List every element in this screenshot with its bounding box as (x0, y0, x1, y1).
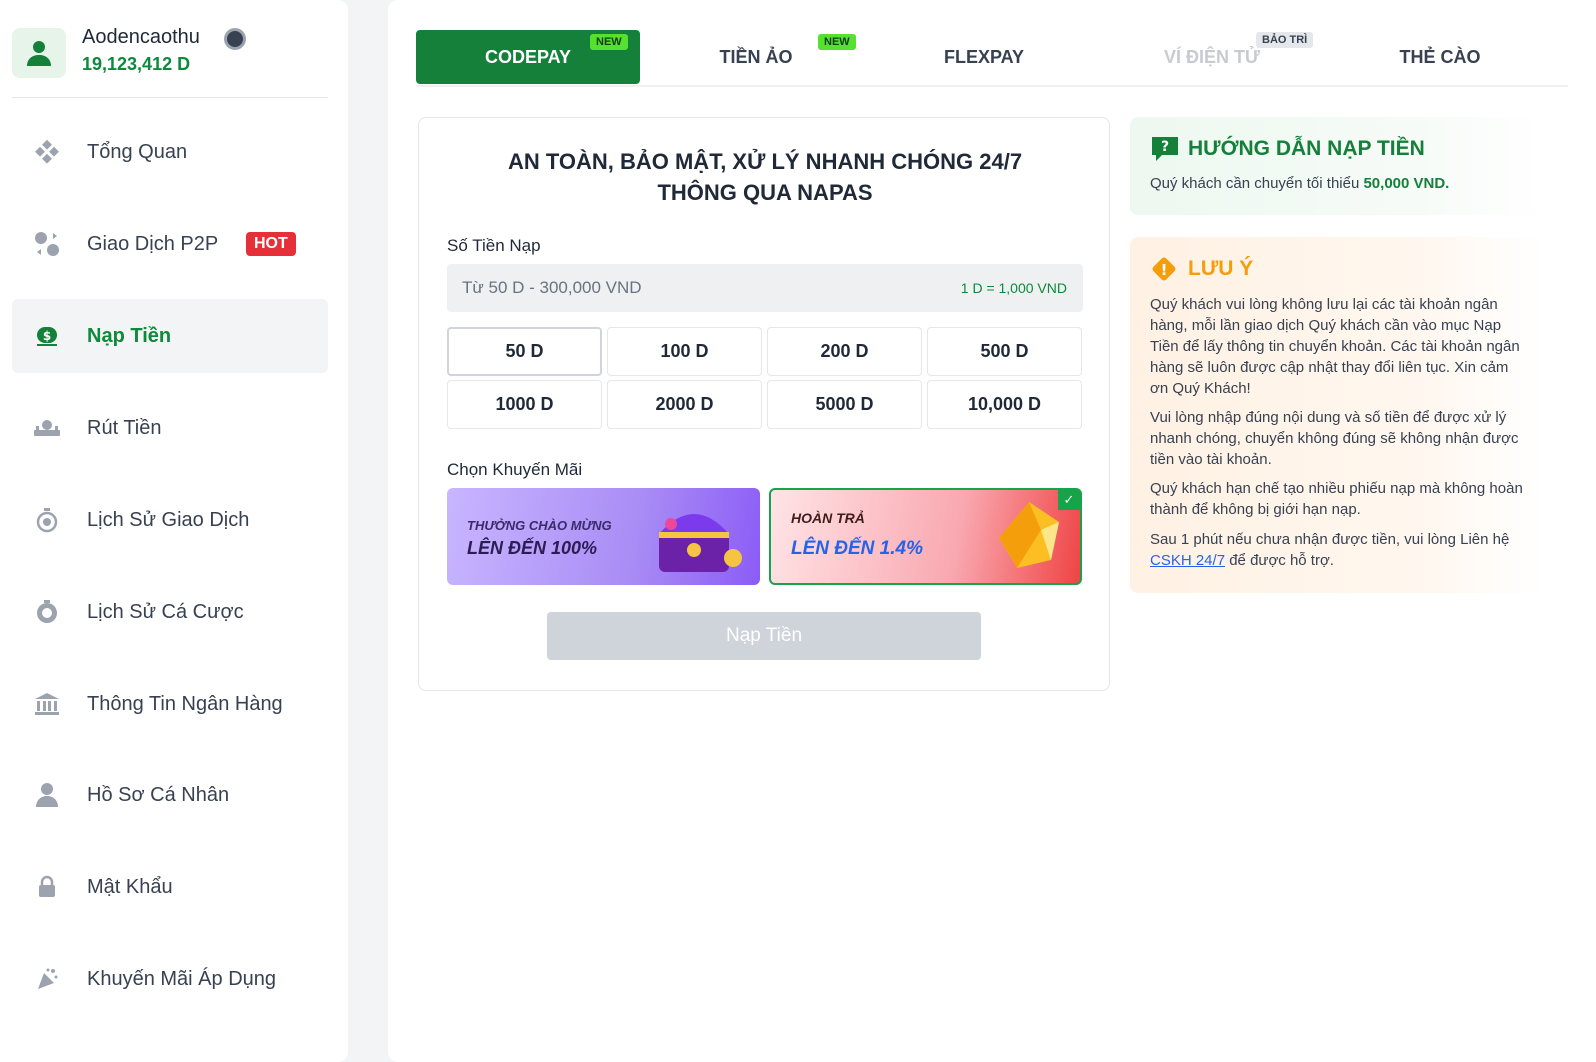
user-icon (27, 41, 51, 66)
main-panel: CODEPAY NEW TIỀN ẢO NEW FLEXPAY VÍ ĐIỆN … (388, 0, 1596, 1062)
sidebar-item-withdraw[interactable]: Rút Tiền (12, 391, 328, 465)
sidebar-item-label: Mật Khẩu (87, 875, 173, 898)
sidebar-item-label: Rút Tiền (87, 416, 162, 439)
deposit-form: AN TOÀN, BẢO MẬT, XỬ LÝ NHANH CHÓNG 24/7… (418, 117, 1110, 691)
account-balance: 19,123,412 D (82, 54, 191, 74)
amount-option[interactable]: 50 D (447, 327, 602, 376)
warning-icon: ! (1152, 257, 1176, 281)
username: Aodencaothu (82, 26, 200, 48)
tab-label: VÍ ĐIỆN TỬ (1164, 46, 1260, 67)
amount-option[interactable]: 500 D (927, 327, 1082, 376)
sidebar-item-bet-history[interactable]: Lịch Sử Cá Cược (12, 575, 328, 649)
promo-value: LÊN ĐẾN 1.4% (791, 538, 923, 559)
help-chat-icon: ? (1152, 137, 1178, 161)
sidebar-item-label: Lịch Sử Giao Dịch (87, 508, 250, 531)
tab-label: TIỀN ẢO (719, 46, 793, 67)
guide-min-amount: 50,000 VND. (1363, 175, 1450, 192)
amount-placeholder: Từ 50 D - 300,000 VND (462, 278, 642, 297)
notice-contact-text: Sau 1 phút nếu chưa nhận được tiền, vui … (1150, 531, 1510, 548)
lock-icon (32, 872, 62, 902)
guide-title: HƯỚNG DẪN NẠP TIỀN (1188, 137, 1425, 160)
svg-text:$: $ (43, 329, 51, 343)
bet-history-icon (32, 597, 62, 627)
amount-option[interactable]: 2000 D (607, 380, 762, 429)
notice-paragraph: Vui lòng nhập đúng nội dung và số tiền đ… (1150, 409, 1519, 468)
sidebar-item-profile[interactable]: Hồ Sơ Cá Nhân (12, 758, 328, 832)
amount-option[interactable]: 5000 D (767, 380, 922, 429)
guide-text: Quý khách cần chuyển tối thiểu 50,000 VN… (1150, 175, 1449, 192)
promo-welcome-bonus[interactable]: THƯỞNG CHÀO MỪNG LÊN ĐẾN 100% (447, 488, 760, 585)
amount-input[interactable]: Từ 50 D - 300,000 VND 1 D = 1,000 VND (447, 264, 1083, 312)
notice-paragraph: Quý khách vui lòng không lưu lại các tài… (1150, 296, 1520, 397)
guide-text-body: Quý khách cần chuyển tối thiểu (1150, 175, 1360, 192)
promo-label: Chọn Khuyến Mãi (447, 460, 583, 479)
tab-label: THẺ CÀO (1399, 46, 1481, 67)
sidebar-item-label: Hồ Sơ Cá Nhân (87, 783, 230, 806)
amount-option[interactable]: 1000 D (447, 380, 602, 429)
amount-option[interactable]: 10,000 D (927, 380, 1082, 429)
sidebar-item-p2p[interactable]: Giao Dịch P2P HOT (12, 207, 328, 281)
promo-title: HOÀN TRẢ (791, 510, 865, 526)
promotion-icon (32, 964, 62, 994)
sidebar-item-promotions[interactable]: Khuyến Mãi Áp Dụng (12, 942, 328, 1016)
deposit-title-line1: AN TOÀN, BẢO MẬT, XỬ LÝ NHANH CHÓNG 24/7 (507, 149, 1023, 174)
tab-flexpay[interactable]: FLEXPAY (872, 30, 1096, 84)
transaction-history-icon (32, 505, 62, 535)
selected-check-icon: ✓ (1058, 490, 1080, 510)
p2p-icon (32, 229, 62, 259)
customer-support-link[interactable]: CSKH 24/7 (1150, 552, 1225, 569)
notice-paragraph: Sau 1 phút nếu chưa nhận được tiền, vui … (1150, 529, 1530, 571)
sidebar: Aodencaothu 19,123,412 D Tổng Quan Giao … (0, 0, 348, 1062)
promo-value: LÊN ĐẾN 100% (467, 538, 598, 558)
maintenance-tag: BẢO TRÌ (1256, 32, 1314, 48)
treasure-chest-icon (659, 514, 742, 572)
svg-text:!: ! (1161, 261, 1168, 279)
sidebar-item-label: Giao Dịch P2P (87, 232, 219, 255)
amount-option[interactable]: 200 D (767, 327, 922, 376)
sidebar-item-label: Tổng Quan (87, 140, 188, 163)
sidebar-item-overview[interactable]: Tổng Quan (12, 115, 328, 189)
tab-label: CODEPAY (484, 46, 572, 67)
new-tag: NEW (590, 34, 628, 50)
amount-label: Số Tiền Nạp (447, 236, 541, 255)
tab-scratch-card[interactable]: THẺ CÀO (1328, 30, 1552, 84)
withdraw-icon (32, 413, 62, 443)
exchange-rate: 1 D = 1,000 VND (960, 280, 1067, 296)
sidebar-item-deposit[interactable]: $ Nạp Tiền (12, 299, 328, 373)
notice-paragraph: Quý khách hạn chế tạo nhiều phiếu nạp mà… (1150, 480, 1523, 518)
promo-title: THƯỞNG CHÀO MỪNG (467, 518, 612, 533)
profile-icon (32, 780, 62, 810)
sidebar-item-transaction-history[interactable]: Lịch Sử Giao Dịch (12, 483, 328, 557)
sidebar-item-label: Thông Tin Ngân Hàng (87, 692, 283, 715)
amount-option[interactable]: 100 D (607, 327, 762, 376)
sidebar-item-bank-info[interactable]: Thông Tin Ngân Hàng (12, 667, 328, 741)
payment-method-tabs: CODEPAY NEW TIỀN ẢO NEW FLEXPAY VÍ ĐIỆN … (416, 30, 1568, 87)
notice-contact-suffix: để được hỗ trợ. (1229, 552, 1334, 569)
notice-box: ! LƯU Ý Quý khách vui lòng không lưu lại… (1130, 237, 1544, 593)
deposit-submit-button[interactable]: Nạp Tiền (547, 612, 981, 660)
hot-badge: HOT (246, 232, 296, 256)
deposit-title: AN TOÀN, BẢO MẬT, XỬ LÝ NHANH CHÓNG 24/7… (419, 146, 1111, 208)
bank-icon (32, 689, 62, 719)
deposit-title-line2: THÔNG QUA NAPAS (657, 180, 873, 205)
user-panel: Aodencaothu 19,123,412 D (12, 22, 328, 98)
overview-icon (32, 137, 62, 167)
deposit-guide: ? HƯỚNG DẪN NẠP TIỀN Quý khách cần chuyể… (1130, 117, 1544, 215)
notice-title: LƯU Ý (1188, 257, 1254, 280)
new-tag: NEW (818, 34, 856, 50)
tab-label: FLEXPAY (943, 46, 1025, 67)
sidebar-item-label: Lịch Sử Cá Cược (87, 600, 244, 623)
deposit-icon: $ (32, 321, 62, 351)
sidebar-item-label: Nạp Tiền (87, 324, 172, 347)
sidebar-item-label: Khuyến Mãi Áp Dụng (87, 967, 277, 990)
svg-text:?: ? (1161, 139, 1169, 155)
sidebar-item-password[interactable]: Mật Khẩu (12, 850, 328, 924)
avatar[interactable] (12, 28, 66, 78)
promo-cashback[interactable]: HOÀN TRẢ LÊN ĐẾN 1.4% ✓ (769, 488, 1082, 585)
vip-level-icon (224, 28, 246, 50)
